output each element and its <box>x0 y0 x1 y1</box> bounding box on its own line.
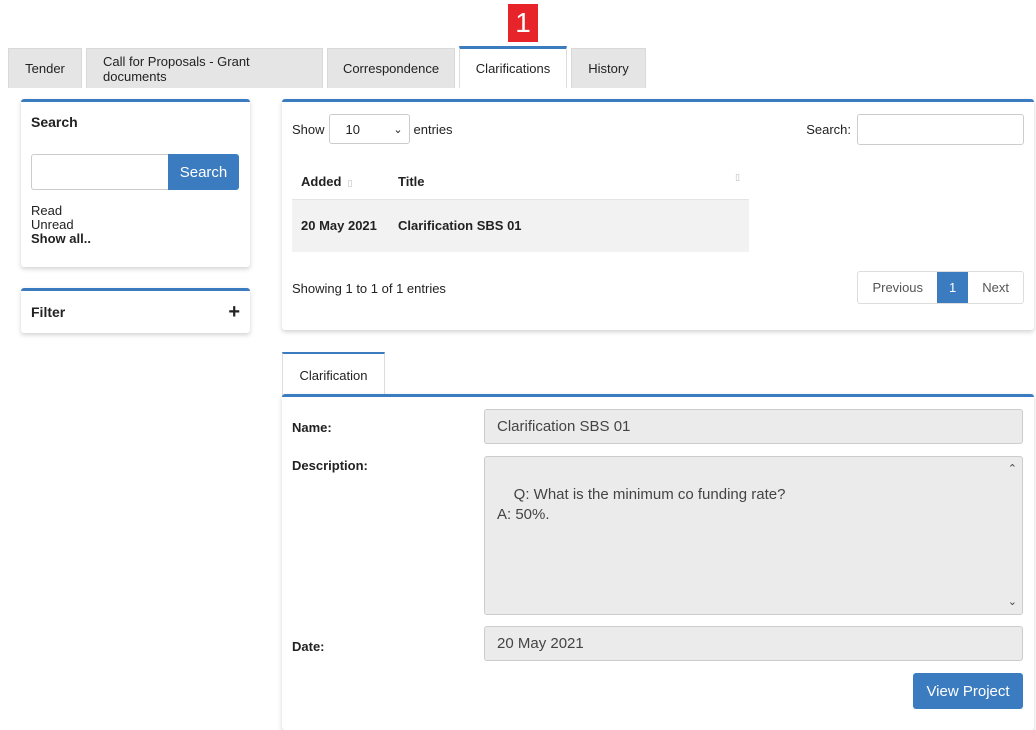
tab-clarifications[interactable]: Clarifications <box>459 46 567 88</box>
read-link[interactable]: Read <box>31 204 240 218</box>
clarification-detail-panel: Name: Clarification SBS 01 Description: … <box>282 394 1034 730</box>
name-field[interactable]: Clarification SBS 01 <box>484 409 1023 444</box>
step-marker: 1 <box>508 4 538 42</box>
entries-select-value: 10 <box>345 121 360 137</box>
table-info: Showing 1 to 1 of 1 entries <box>292 281 446 296</box>
next-button[interactable]: Next <box>968 272 1023 303</box>
sidebar-search-input[interactable] <box>31 154 168 190</box>
pagination: Previous 1 Next <box>857 271 1024 304</box>
table-search: Search: <box>806 114 1024 145</box>
previous-button[interactable]: Previous <box>858 272 937 303</box>
column-header-added[interactable]: Added ▯ <box>292 164 389 200</box>
chevron-down-icon: ⌄ <box>393 123 403 136</box>
tab-correspondence[interactable]: Correspondence <box>327 48 455 88</box>
show-all-link[interactable]: Show all.. <box>31 232 240 246</box>
entries-label: entries <box>413 121 453 137</box>
tab-call-for-proposals[interactable]: Call for Proposals - Grant documents <box>86 48 323 88</box>
sort-icon: ▯ <box>347 177 353 188</box>
description-label: Description: <box>292 458 368 473</box>
tab-history[interactable]: History <box>571 48 646 88</box>
search-panel-title: Search <box>31 114 78 130</box>
plus-icon[interactable]: + <box>228 302 240 322</box>
entries-length-control: Show 10 ⌄ entries <box>292 114 453 144</box>
cell-title: Clarification SBS 01 <box>389 199 749 252</box>
column-header-title[interactable]: Title ▯ <box>389 164 749 200</box>
table-search-input[interactable] <box>857 114 1024 145</box>
table-search-label: Search: <box>806 122 851 137</box>
tab-clarification-detail[interactable]: Clarification <box>282 352 385 396</box>
search-panel: Search Search Read Unread Show all.. <box>21 99 250 267</box>
scroll-down-icon[interactable]: ⌄ <box>1008 592 1017 612</box>
main-tabs: Tender Call for Proposals - Grant docume… <box>8 46 1030 88</box>
date-field[interactable]: 20 May 2021 <box>484 626 1023 661</box>
cell-added: 20 May 2021 <box>292 199 389 252</box>
clarifications-table-panel: Show 10 ⌄ entries Search: Added ▯ Title ▯ … <box>282 99 1034 330</box>
table-row[interactable]: 20 May 2021 Clarification SBS 01 <box>292 199 749 252</box>
filter-panel[interactable]: Filter + <box>21 288 250 333</box>
show-label: Show <box>292 121 325 137</box>
sidebar-search-button[interactable]: Search <box>168 154 239 190</box>
sort-icon: ▯ <box>735 171 740 182</box>
view-project-button[interactable]: View Project <box>913 673 1023 709</box>
description-field[interactable]: Q: What is the minimum co funding rate? … <box>484 456 1023 615</box>
entries-select[interactable]: 10 ⌄ <box>328 114 410 144</box>
unread-link[interactable]: Unread <box>31 218 240 232</box>
sidebar-search-row: Search <box>31 154 240 190</box>
read-filter-links: Read Unread Show all.. <box>31 204 240 246</box>
clarifications-table: Added ▯ Title ▯ 20 May 2021 Clarification … <box>292 164 749 252</box>
tab-tender[interactable]: Tender <box>8 48 82 88</box>
filter-title: Filter <box>31 304 66 320</box>
page-1-button[interactable]: 1 <box>937 272 969 303</box>
scroll-up-icon[interactable]: ⌃ <box>1008 459 1017 479</box>
name-label: Name: <box>292 420 332 435</box>
description-text: Q: What is the minimum co funding rate? … <box>497 486 786 523</box>
date-label: Date: <box>292 639 325 654</box>
